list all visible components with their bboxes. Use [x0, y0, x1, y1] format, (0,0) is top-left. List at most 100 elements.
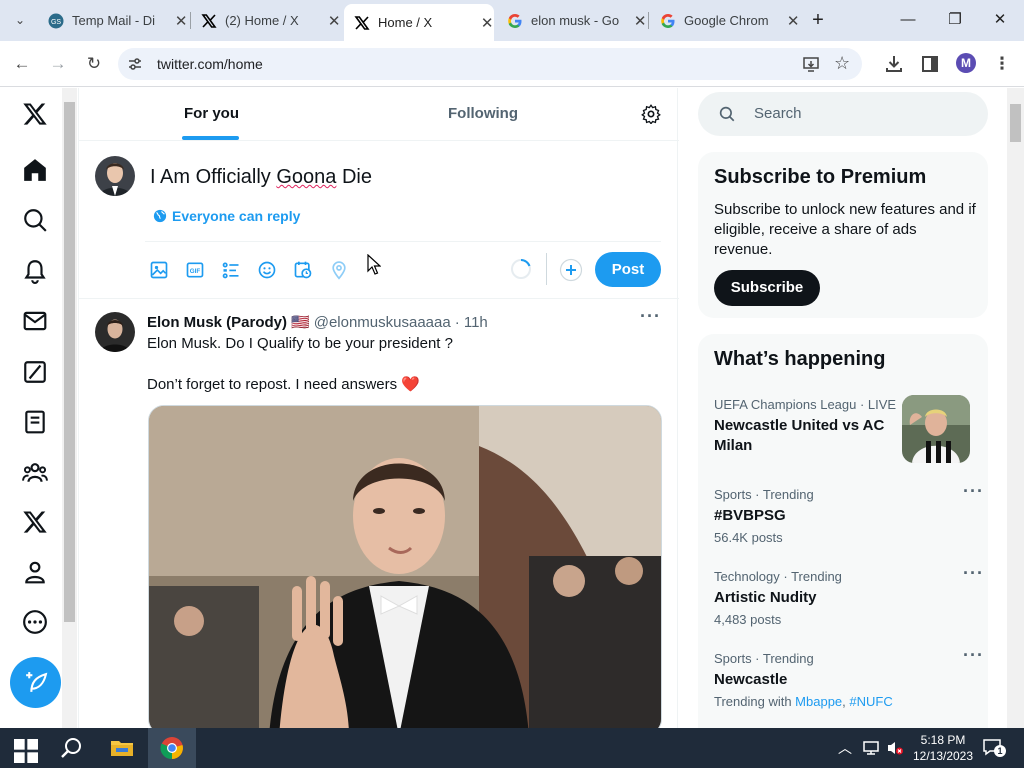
author-name[interactable]: Elon Musk (Parody) — [147, 314, 287, 331]
chrome-icon[interactable] — [160, 736, 184, 760]
file-explorer-icon[interactable] — [110, 736, 134, 760]
premium-title: Subscribe to Premium — [714, 166, 927, 188]
more-options-icon[interactable]: ··· — [640, 306, 661, 327]
address-bar[interactable]: twitter.com/home ☆ — [118, 48, 862, 80]
premium-x-icon[interactable] — [22, 509, 48, 535]
side-panel-icon[interactable] — [920, 54, 940, 74]
trend-item[interactable]: Technology · Trending Artistic Nudity 4,… — [714, 563, 984, 627]
tab-google-chrome[interactable]: Google Chrom ✕ — [650, 7, 800, 34]
close-icon[interactable]: ✕ — [633, 12, 647, 30]
close-icon[interactable]: ✕ — [786, 12, 800, 30]
x-logo-icon[interactable] — [22, 101, 48, 127]
tab-following[interactable]: Following — [448, 105, 518, 122]
right-scrollbar[interactable] — [1007, 88, 1024, 728]
volume-muted-icon[interactable] — [886, 740, 904, 756]
tab-for-you[interactable]: For you — [184, 105, 239, 122]
subscribe-button[interactable]: Subscribe — [714, 270, 820, 306]
search-icon[interactable] — [22, 207, 48, 233]
tab-separator — [648, 12, 649, 29]
search-icon — [719, 106, 735, 122]
tab-title: (2) Home / X — [225, 13, 299, 28]
scrollbar-thumb[interactable] — [1010, 104, 1021, 142]
location-pin-icon[interactable] — [329, 260, 349, 280]
trend-item[interactable]: UEFA Champions Leagu · LIVE Newcastle Un… — [714, 395, 984, 463]
lists-icon[interactable] — [22, 409, 48, 435]
network-icon[interactable] — [862, 740, 880, 756]
author-handle[interactable]: @elonmuskusaaaaa — [314, 314, 451, 331]
divider — [546, 253, 547, 285]
left-scrollbar[interactable] — [62, 88, 77, 728]
emoji-icon[interactable] — [257, 260, 277, 280]
schedule-icon[interactable] — [293, 260, 313, 280]
trend-count: 4,483 posts — [714, 612, 782, 627]
taskbar-search-icon[interactable] — [60, 736, 84, 760]
reload-icon[interactable]: ↻ — [82, 52, 106, 76]
close-icon[interactable]: ✕ — [327, 12, 341, 30]
notification-count: 1 — [994, 745, 1006, 757]
poll-icon[interactable] — [221, 260, 241, 280]
trend-item[interactable]: Sports · Trending Newcastle Trending wit… — [714, 645, 984, 709]
new-tab-button[interactable]: + — [804, 8, 832, 32]
download-icon[interactable] — [884, 54, 904, 74]
post-button[interactable]: Post — [595, 252, 661, 287]
tab-x-home-active[interactable]: Home / X ✕ — [344, 4, 494, 41]
compose-post-button[interactable] — [10, 657, 61, 708]
home-icon[interactable] — [22, 157, 48, 183]
close-icon[interactable]: ✕ — [480, 14, 494, 32]
profile-avatar[interactable]: M — [956, 53, 976, 73]
more-options-icon[interactable]: ··· — [963, 563, 984, 584]
grok-icon[interactable] — [22, 359, 48, 385]
windows-taskbar: ︿ 5:18 PM 12/13/2023 1 — [0, 728, 1024, 768]
premium-description: Subscribe to unlock new features and if … — [714, 201, 976, 258]
reply-setting-button[interactable]: Everyone can reply — [153, 208, 300, 224]
happening-title: What’s happening — [714, 348, 886, 370]
tab-google-elon[interactable]: elon musk - Go ✕ — [497, 7, 647, 34]
scrollbar-thumb[interactable] — [64, 102, 75, 622]
close-icon[interactable]: ✕ — [174, 12, 188, 30]
tab-temp-mail[interactable]: GS Temp Mail - Di ✕ — [38, 7, 188, 34]
show-hidden-icons[interactable]: ︿ — [838, 738, 852, 758]
avatar[interactable] — [95, 156, 135, 196]
more-options-icon[interactable]: ··· — [963, 645, 984, 666]
tweet-article[interactable]: Elon Musk (Parody) 🇺🇸 @elonmuskusaaaaa ·… — [79, 300, 679, 728]
bookmark-star-icon[interactable]: ☆ — [834, 53, 850, 74]
messages-envelope-icon[interactable] — [22, 308, 48, 334]
avatar[interactable] — [95, 312, 135, 352]
windows-start-icon[interactable] — [14, 739, 38, 763]
add-thread-icon[interactable] — [559, 258, 583, 282]
tab-x-home-2[interactable]: (2) Home / X ✕ — [191, 7, 341, 34]
reply-setting-label: Everyone can reply — [172, 208, 301, 224]
gear-icon[interactable] — [641, 104, 661, 124]
minimize-button[interactable]: — — [894, 8, 922, 32]
trend-link-mbappe[interactable]: Mbappe — [795, 694, 842, 709]
tab-search-icon[interactable]: ⌄ — [8, 8, 32, 32]
taskbar-clock[interactable]: 5:18 PM 12/13/2023 — [912, 732, 974, 764]
restore-button[interactable]: ❐ — [941, 8, 969, 32]
clock-time: 5:18 PM — [920, 733, 966, 747]
install-app-icon[interactable] — [802, 55, 820, 73]
trend-thumbnail[interactable] — [902, 395, 970, 463]
compose-textarea[interactable]: I Am Officially Goona Die — [150, 166, 372, 189]
communities-icon[interactable] — [22, 459, 48, 485]
site-info-icon[interactable] — [127, 56, 143, 72]
notification-center-button[interactable]: 1 — [982, 738, 1006, 758]
notifications-bell-icon[interactable] — [22, 258, 48, 284]
menu-kebab-icon[interactable]: ⋮ — [990, 52, 1014, 76]
trend-link-nufc[interactable]: #NUFC — [849, 694, 892, 709]
more-circle-icon[interactable] — [22, 609, 48, 635]
post-time[interactable]: · 11h — [455, 314, 488, 331]
trend-item[interactable]: Sports · Trending #BVBPSG 56.4K posts ··… — [714, 481, 984, 545]
gif-icon[interactable]: GIF — [185, 260, 205, 280]
profile-icon[interactable] — [22, 559, 48, 585]
more-options-icon[interactable]: ··· — [963, 481, 984, 502]
close-window-button[interactable]: ✕ — [986, 8, 1014, 32]
back-icon[interactable]: ← — [10, 52, 34, 76]
image-icon[interactable] — [149, 260, 169, 280]
search-box[interactable]: Search — [698, 92, 988, 136]
tweet-header: Elon Musk (Parody) 🇺🇸 @elonmuskusaaaaa ·… — [147, 313, 488, 332]
tab-strip: ⌄ GS Temp Mail - Di ✕ (2) Home / X ✕ Hom… — [0, 0, 1024, 41]
tweet-photo[interactable] — [148, 405, 662, 728]
forward-icon[interactable]: → — [46, 52, 70, 76]
trend-meta: Sports · Trending — [714, 487, 814, 502]
trend-meta: Sports · Trending — [714, 651, 814, 666]
